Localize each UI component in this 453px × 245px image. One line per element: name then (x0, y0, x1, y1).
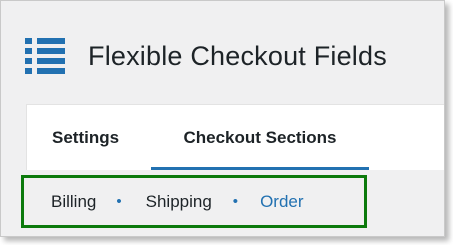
tab-checkout-sections[interactable]: Checkout Sections (151, 105, 369, 170)
subnav-separator: • (232, 193, 239, 210)
section-subnav: Billing • Shipping • Order (21, 175, 367, 228)
screenshot-frame: Flexible Checkout Fields Settings Checko… (0, 0, 445, 237)
tab-settings[interactable]: Settings (27, 105, 151, 170)
list-menu-icon (25, 38, 65, 74)
subnav-separator: • (116, 193, 122, 210)
subnav-link-shipping[interactable]: Shipping (146, 192, 212, 212)
page-title: Flexible Checkout Fields (88, 40, 387, 71)
subnav-link-billing[interactable]: Billing (51, 192, 96, 212)
tab-bar: Settings Checkout Sections (26, 104, 444, 170)
subnav-link-order[interactable]: Order (260, 192, 303, 212)
page-header: Flexible Checkout Fields (25, 35, 387, 77)
